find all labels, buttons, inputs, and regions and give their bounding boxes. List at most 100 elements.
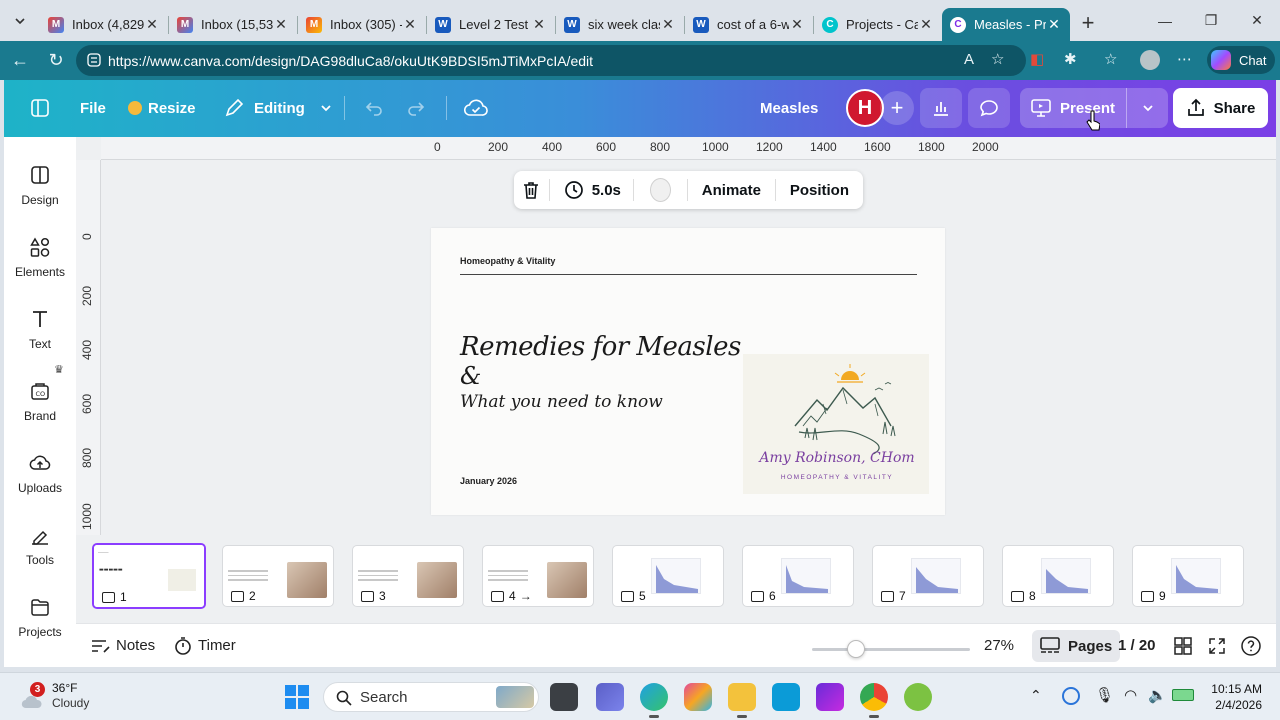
sidebar-item-tools[interactable]: Tools — [4, 515, 76, 575]
browser-tab[interactable]: W cost of a 6-we ✕ — [685, 8, 813, 41]
page-thumbnail[interactable]: 4 → — [482, 545, 594, 607]
zoom-level[interactable]: 27% — [984, 637, 1014, 654]
horizontal-ruler[interactable]: 0 200 400 600 800 1000 1200 1400 1600 18… — [101, 137, 1276, 160]
browser-tab[interactable]: W Level 2 Test P ✕ — [427, 8, 555, 41]
close-icon[interactable]: ✕ — [144, 16, 160, 33]
position-button[interactable]: Position — [776, 182, 863, 199]
slide-divider-line[interactable] — [460, 274, 917, 275]
slide-page-1[interactable]: Homeopathy & Vitality Remedies for Measl… — [431, 228, 945, 515]
volume-icon[interactable]: 🔈 — [1148, 686, 1167, 704]
add-collaborator-button[interactable]: + — [880, 91, 914, 125]
browser-tab[interactable]: M Inbox (4,829) - ✕ — [40, 8, 168, 41]
share-button[interactable]: Share — [1173, 88, 1268, 128]
fullscreen-icon[interactable] — [1208, 637, 1226, 655]
browser-tab[interactable]: W six week class ✕ — [556, 8, 684, 41]
edge-icon[interactable] — [640, 683, 668, 711]
copilot-chat-button[interactable]: Chat — [1207, 46, 1275, 74]
comments-button[interactable] — [968, 88, 1010, 128]
trash-icon[interactable] — [514, 180, 549, 200]
sidebar-item-brand[interactable]: ♛ CO Brand — [4, 364, 76, 431]
store-icon[interactable] — [772, 683, 800, 711]
slide-title-line2[interactable]: & — [460, 362, 481, 390]
close-icon[interactable]: ✕ — [660, 16, 676, 33]
wifi-icon[interactable]: ◠ — [1124, 686, 1137, 704]
chevron-down-icon[interactable] — [1141, 101, 1155, 115]
sidebar-item-projects[interactable]: Projects — [4, 587, 76, 647]
chrome-icon[interactable] — [860, 683, 888, 711]
redo-icon[interactable] — [406, 98, 426, 123]
close-icon[interactable]: ✕ — [918, 16, 934, 33]
clipchamp-icon[interactable] — [816, 683, 844, 711]
page-thumbnail[interactable]: 5 — [612, 545, 724, 607]
page-thumbnail[interactable]: 7 — [872, 545, 984, 607]
browser-tab-active[interactable]: C Measles - Pre ✕ — [942, 8, 1070, 41]
slide-title-line1[interactable]: Remedies for Measles — [460, 332, 741, 362]
sidebar-item-elements[interactable]: Elements — [4, 227, 76, 287]
duration-button[interactable]: 5.0s — [550, 180, 633, 200]
sidebar-item-uploads[interactable]: Uploads — [4, 443, 76, 503]
help-icon[interactable] — [1240, 635, 1262, 657]
page-thumbnail[interactable]: 9 — [1132, 545, 1244, 607]
page-thumbnail[interactable]: 2 — [222, 545, 334, 607]
task-view-icon[interactable] — [550, 683, 578, 711]
browser-tab[interactable]: C Projects - Can ✕ — [814, 8, 942, 41]
teams-icon[interactable] — [596, 683, 624, 711]
restore-button[interactable]: ❐ — [1188, 0, 1234, 41]
browser-tab[interactable]: M Inbox (15,531) - ✕ — [169, 8, 297, 41]
animate-button[interactable]: Animate — [688, 182, 775, 199]
insights-button[interactable] — [920, 88, 962, 128]
minimize-button[interactable]: — — [1142, 0, 1188, 41]
slide-date[interactable]: January 2026 — [460, 476, 517, 486]
tab-search-chevron-icon[interactable] — [0, 0, 40, 41]
sidebar-item-text[interactable]: Text — [4, 299, 76, 359]
taskbar-search-input[interactable]: Search — [323, 682, 539, 712]
chevron-up-icon[interactable]: ⌃ — [1030, 687, 1042, 704]
pages-view-button[interactable]: Pages — [1032, 630, 1121, 662]
grid-view-icon[interactable] — [1174, 636, 1192, 655]
copilot-taskbar-icon[interactable] — [684, 683, 712, 711]
onedrive-icon[interactable] — [1062, 687, 1080, 705]
side-panel-toggle-icon[interactable] — [30, 98, 50, 123]
zoom-slider-handle[interactable] — [847, 640, 865, 658]
site-info-icon[interactable] — [87, 53, 101, 67]
cloud-saved-icon[interactable] — [463, 97, 488, 124]
zoom-slider[interactable] — [812, 640, 970, 658]
page-thumbnail[interactable]: 3 — [352, 545, 464, 607]
brand-logo-image[interactable]: Amy Robinson, CHom HOMEOPATHY & VITALITY — [743, 354, 929, 494]
close-icon[interactable]: ✕ — [273, 16, 289, 33]
browser-tab[interactable]: M Inbox (305) - ✕ — [298, 8, 426, 41]
page-thumbnail[interactable]: 6 — [742, 545, 854, 607]
page-thumbnail[interactable]: 8 — [1002, 545, 1114, 607]
close-icon[interactable]: ✕ — [402, 16, 418, 33]
close-icon[interactable]: ✕ — [789, 16, 805, 33]
system-clock[interactable]: 10:15 AM 2/4/2026 — [1198, 681, 1262, 713]
profile-avatar[interactable] — [1140, 50, 1160, 70]
battery-icon[interactable] — [1172, 689, 1194, 701]
slide-subtitle[interactable]: What you need to know — [460, 392, 663, 412]
resize-button[interactable]: Resize — [118, 88, 206, 128]
page-counter[interactable]: 1 / 20 — [1118, 637, 1156, 654]
reload-icon[interactable]: ↻ — [38, 43, 74, 79]
page-thumbnail[interactable]: ——— ▬▬▬▬▬ 1 — [92, 543, 206, 609]
extension-icon[interactable]: ◧ — [1030, 50, 1044, 68]
weather-widget[interactable]: 3 36°F Cloudy — [20, 681, 89, 711]
avatar[interactable]: H — [846, 89, 884, 127]
more-options-icon[interactable]: ⋯ — [1177, 50, 1192, 68]
star-icon[interactable]: ☆ — [991, 50, 1004, 68]
notes-button[interactable]: Notes — [90, 637, 155, 655]
timer-button[interactable]: Timer — [174, 636, 236, 655]
puzzle-icon[interactable]: ✱ — [1064, 50, 1077, 68]
leaf-app-icon[interactable] — [904, 683, 932, 711]
microphone-icon[interactable]: 🎙 — [1095, 686, 1114, 704]
sidebar-item-design[interactable]: Design — [4, 155, 76, 215]
close-icon[interactable]: ✕ — [1046, 16, 1062, 33]
close-icon[interactable]: ✕ — [531, 16, 547, 33]
file-explorer-icon[interactable] — [728, 683, 756, 711]
url-input[interactable]: https://www.canva.com/design/DAG98dluCa8… — [76, 45, 1026, 76]
back-arrow-icon[interactable]: ← — [2, 43, 38, 79]
new-tab-button[interactable]: + — [1070, 10, 1106, 36]
slide-brand-text[interactable]: Homeopathy & Vitality — [460, 256, 555, 266]
background-color-swatch[interactable] — [649, 178, 671, 202]
windows-start-icon[interactable] — [284, 684, 310, 710]
read-aloud-icon[interactable]: A — [964, 51, 974, 68]
